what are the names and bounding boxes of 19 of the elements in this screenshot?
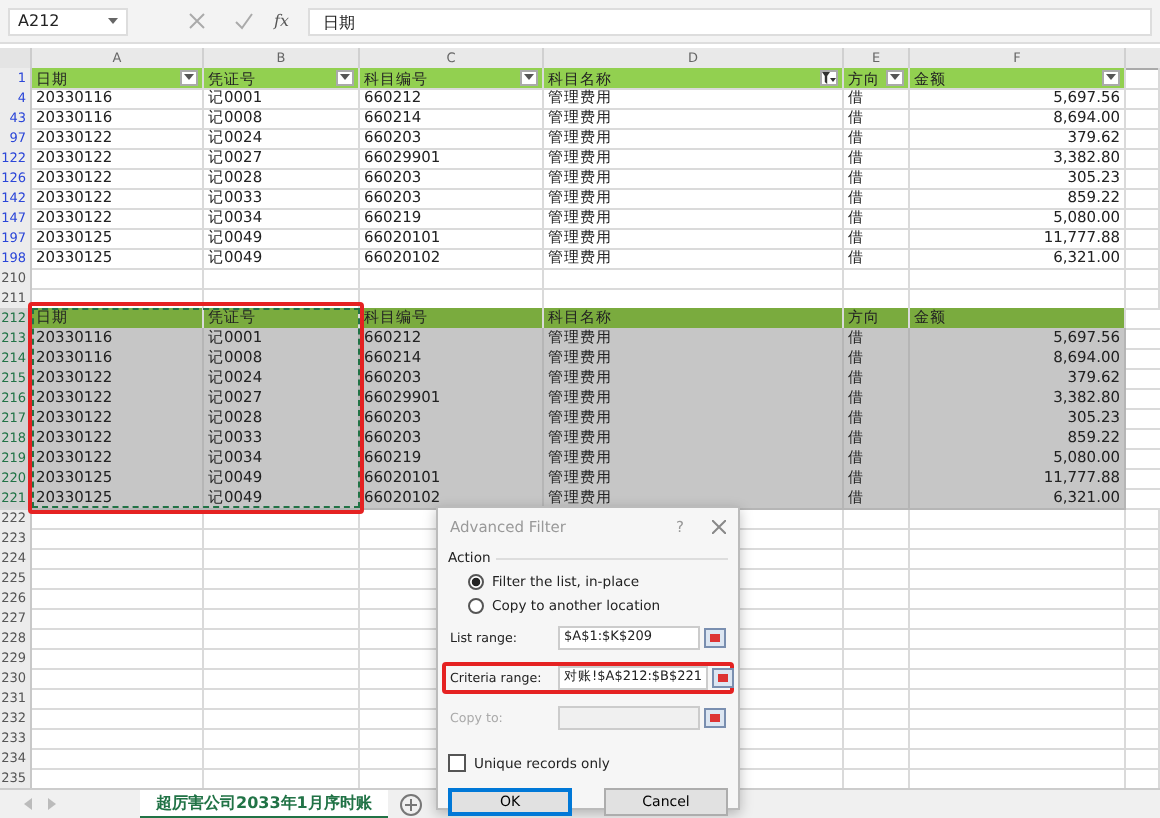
close-icon[interactable]	[712, 520, 726, 534]
filter-dropdown-icon[interactable]	[180, 70, 198, 86]
filter-dropdown-icon[interactable]	[886, 70, 904, 86]
enter-check-icon[interactable]	[234, 12, 254, 30]
filter-dropdown-icon[interactable]	[1102, 70, 1120, 86]
name-box[interactable]: A212	[8, 7, 128, 35]
radio-button[interactable]	[468, 597, 484, 613]
sheet-tab[interactable]: 超厉害公司2033年1月序时账	[140, 789, 388, 818]
dropdown-caret-icon	[108, 17, 118, 25]
filter-funnel-icon[interactable]	[820, 70, 838, 86]
add-sheet-icon[interactable]	[399, 793, 422, 815]
insert-function-button[interactable]: fx	[274, 12, 289, 30]
filter-dropdown-icon[interactable]	[336, 70, 354, 86]
radio-button[interactable]	[468, 573, 484, 589]
filter-dropdown-icon[interactable]	[520, 70, 538, 86]
formula-field[interactable]: 日期	[308, 7, 1152, 35]
range-selector-icon[interactable]	[712, 668, 735, 688]
checkbox[interactable]	[448, 754, 466, 772]
range-selector-icon[interactable]	[704, 628, 726, 648]
